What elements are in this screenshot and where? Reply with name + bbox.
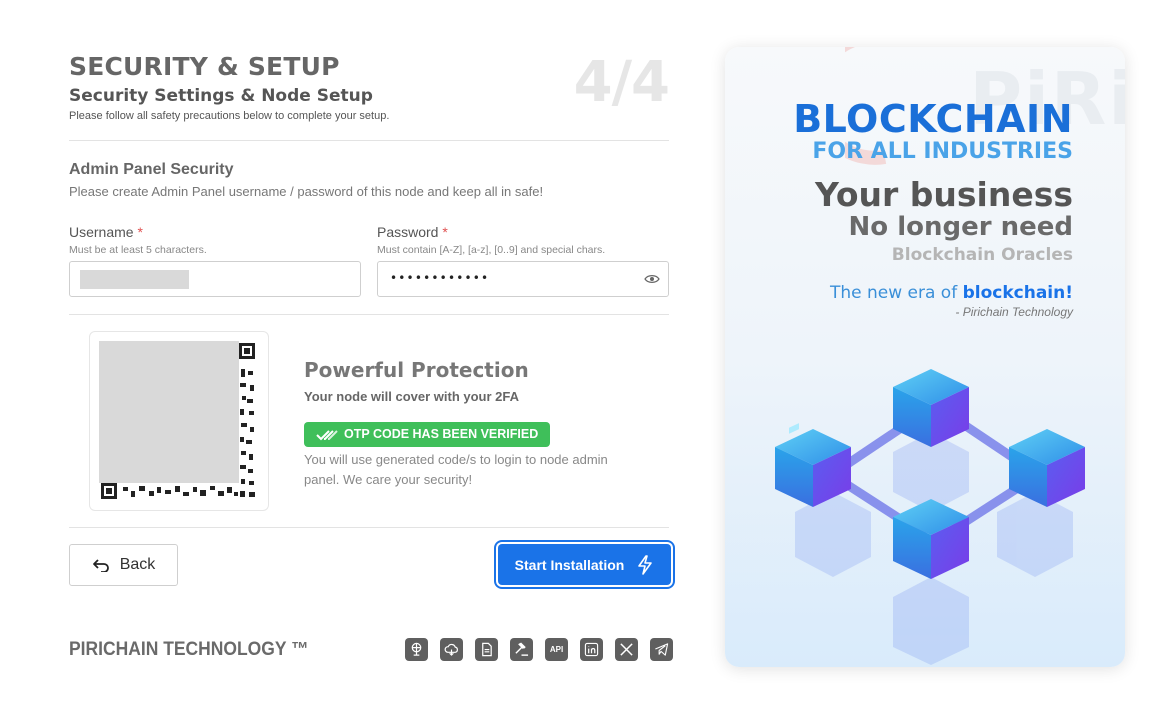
- username-label: Username *: [69, 224, 143, 240]
- otp-badge-text: OTP CODE HAS BEEN VERIFIED: [344, 427, 539, 441]
- promo-panel: PiRi BLOCKCHAIN FOR ALL INDUSTRIES Your …: [725, 47, 1125, 667]
- password-value: ••••••••••••: [390, 271, 490, 285]
- linkedin-icon[interactable]: [580, 638, 603, 661]
- document-icon[interactable]: [475, 638, 498, 661]
- cube-bottom: [893, 499, 969, 579]
- protection-title: Powerful Protection: [304, 358, 529, 382]
- blockchain-cubes-illustration: [775, 369, 1085, 665]
- page-description: Please follow all safety precautions bel…: [69, 110, 390, 122]
- lightning-icon: [638, 554, 653, 575]
- divider: [69, 527, 669, 528]
- start-button-label: Start Installation: [514, 556, 625, 573]
- required-mark: *: [442, 224, 448, 240]
- qr-code-card: [89, 331, 269, 511]
- start-installation-button[interactable]: Start Installation: [498, 544, 671, 585]
- password-label: Password *: [377, 224, 448, 240]
- back-button-label: Back: [119, 556, 156, 573]
- admin-security-title: Admin Panel Security: [69, 161, 234, 178]
- promo-line-3: Blockchain Oracles: [891, 245, 1073, 265]
- page-title: SECURITY & SETUP: [69, 52, 340, 81]
- page-subtitle: Security Settings & Node Setup: [69, 86, 373, 106]
- admin-security-description: Please create Admin Panel username / pas…: [69, 184, 544, 199]
- promo-headline: BLOCKCHAIN: [793, 97, 1073, 141]
- divider: [69, 140, 669, 141]
- double-check-icon: [316, 429, 338, 440]
- username-redacted-value: [80, 270, 189, 289]
- brand-name: PIRICHAIN TECHNOLOGY ™: [69, 639, 309, 660]
- api-icon[interactable]: API: [545, 638, 568, 661]
- promo-quote: The new era of blockchain!: [829, 283, 1073, 303]
- protection-description: You will use generated code/s to login t…: [304, 452, 608, 487]
- cube-top: [893, 369, 969, 447]
- username-field: Username * Must be at least 5 characters…: [69, 224, 361, 297]
- gavel-icon[interactable]: [510, 638, 533, 661]
- otp-verified-badge: OTP CODE HAS BEEN VERIFIED: [304, 422, 551, 447]
- required-mark: *: [137, 224, 143, 240]
- password-field: Password * Must contain [A-Z], [a-z], [0…: [377, 224, 669, 297]
- cube-right: [1009, 429, 1085, 507]
- promo-subheadline: FOR ALL INDUSTRIES: [812, 139, 1073, 164]
- qr-code-image: [99, 341, 259, 501]
- step-indicator: 4/4: [573, 50, 670, 115]
- divider: [69, 314, 669, 315]
- promo-text: BLOCKCHAIN FOR ALL INDUSTRIES Your busin…: [793, 97, 1073, 319]
- cloud-icon[interactable]: [440, 638, 463, 661]
- protection-subtitle: Your node will cover with your 2FA: [304, 389, 520, 404]
- password-hint: Must contain [A-Z], [a-z], [0..9] and sp…: [377, 244, 606, 256]
- username-hint: Must be at least 5 characters.: [69, 244, 207, 256]
- username-input[interactable]: [69, 261, 361, 297]
- globe-icon[interactable]: [405, 638, 428, 661]
- x-icon[interactable]: [615, 638, 638, 661]
- social-links: API: [405, 638, 673, 661]
- cube-left: [775, 423, 851, 507]
- promo-line-2: No longer need: [848, 212, 1073, 242]
- eye-icon[interactable]: [644, 272, 660, 286]
- return-arrow-icon: [92, 559, 109, 572]
- qr-redaction: [99, 341, 239, 483]
- password-input[interactable]: ••••••••••••: [377, 261, 669, 297]
- back-button[interactable]: Back: [69, 544, 178, 586]
- promo-line-1: Your business: [814, 175, 1073, 214]
- promo-quote-author: - Pirichain Technology: [955, 305, 1073, 319]
- telegram-icon[interactable]: [650, 638, 673, 661]
